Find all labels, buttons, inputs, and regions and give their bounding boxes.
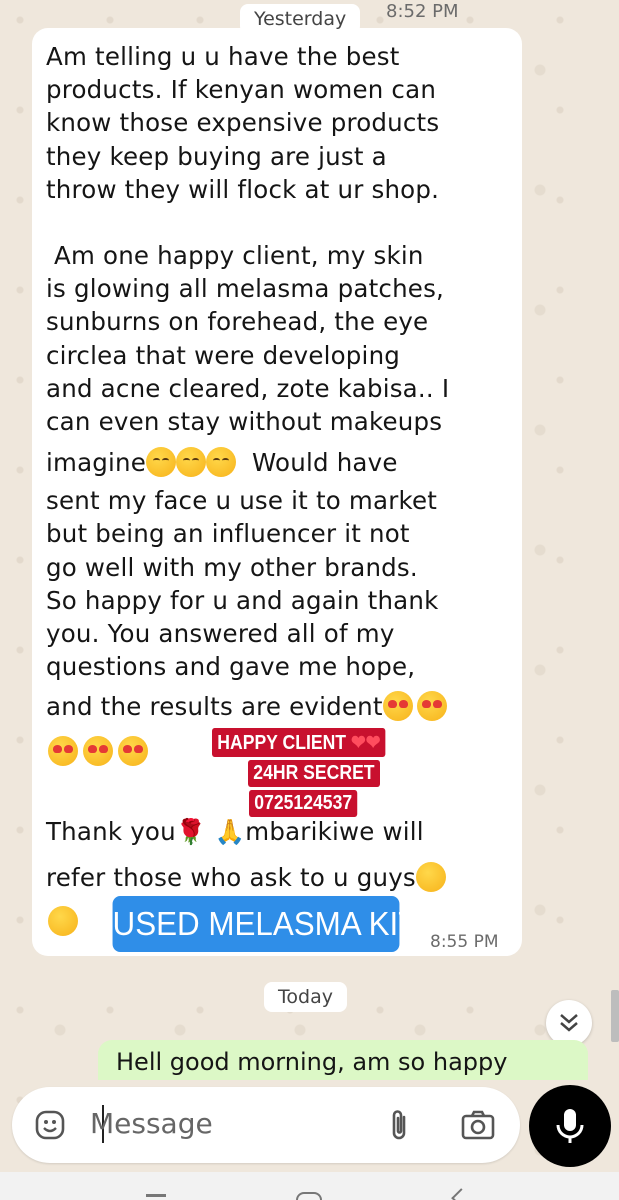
- message-line: So happy for u and again thank: [46, 586, 439, 615]
- message-line: sent my face u use it to market: [46, 486, 438, 515]
- message-line-with-emoji: imagine Would have: [46, 446, 398, 479]
- outgoing-message-bubble[interactable]: Hell good morning, am so happy: [98, 1040, 588, 1080]
- message-line: questions and gave me hope,: [46, 652, 416, 681]
- date-chip-yesterday: Yesterday: [240, 4, 361, 34]
- heart-icon: ❤❤: [350, 732, 381, 754]
- message-line: throw they will flock at ur shop.: [46, 175, 440, 204]
- blush-emoji-icon: [176, 447, 207, 477]
- heart-eyes-emoji-icon: [83, 736, 114, 766]
- camera-button[interactable]: [460, 1109, 496, 1145]
- recent-apps-icon[interactable]: [146, 1194, 166, 1197]
- emoji-icon: [35, 1110, 65, 1140]
- message-input[interactable]: Message: [90, 1107, 213, 1140]
- heart-eyes-emoji-icon: [118, 736, 149, 766]
- message-line: products. If kenyan women can: [46, 75, 437, 104]
- emoji-button[interactable]: [34, 1109, 66, 1145]
- outgoing-message-text: Hell good morning, am so happy: [116, 1048, 508, 1076]
- heart-eyes-emoji-icon: [416, 691, 447, 721]
- microphone-icon: [556, 1109, 584, 1143]
- back-icon[interactable]: [451, 1188, 467, 1200]
- clapping-hands-icon: [415, 862, 446, 892]
- message-line-with-emoji: and the results are evident: [46, 690, 447, 723]
- message-line: and the results are evident: [46, 692, 383, 721]
- attach-button[interactable]: [384, 1107, 414, 1147]
- message-line-with-emoji: Thank you🌹 🙏mbarikiwe will: [46, 815, 424, 848]
- message-line: go well with my other brands.: [46, 553, 418, 582]
- message-line-with-emoji: refer those who ask to u guys: [46, 861, 446, 894]
- blush-emoji-icon: [206, 447, 237, 477]
- paperclip-icon: [392, 1110, 406, 1140]
- phone-sticker: 0725124537: [249, 790, 358, 817]
- camera-icon: [461, 1110, 495, 1140]
- message-time: 8:55 PM: [430, 932, 499, 952]
- message-line: can even stay without makeups: [46, 407, 443, 436]
- date-chip-today: Today: [264, 982, 347, 1012]
- heart-eyes-emoji-icon: [48, 736, 78, 766]
- message-line: refer those who ask to u guys: [46, 863, 416, 892]
- message-line: Am one happy client, my skin: [46, 241, 424, 270]
- message-line: imagine: [46, 448, 147, 477]
- message-composer[interactable]: Message: [12, 1087, 520, 1163]
- system-navigation-bar: [0, 1172, 619, 1200]
- emoji-row: [48, 736, 149, 766]
- message-line: and acne cleared, zote kabisa.. I: [46, 374, 450, 403]
- message-line: Would have: [252, 448, 398, 477]
- praying-hands-icon: 🙏: [214, 817, 246, 846]
- message-line: mbarikiwe will: [245, 817, 424, 846]
- clapping-hands-icon: [48, 906, 78, 936]
- message-line: Thank you: [46, 817, 176, 846]
- message-line: Am telling u u have the best: [46, 42, 400, 71]
- message-line: sunburns on forehead, the eye: [46, 307, 429, 336]
- blush-emoji-icon: [146, 447, 177, 477]
- home-icon[interactable]: [296, 1192, 322, 1200]
- melasma-kit-sticker: USED MELASMA KIT: [112, 896, 417, 952]
- message-line: know those expensive products: [46, 108, 440, 137]
- message-time-top: 8:52 PM: [386, 1, 459, 22]
- message-line: but being an influencer it not: [46, 519, 410, 548]
- secret-sticker: 24HR SECRET: [248, 760, 380, 787]
- message-line: is glowing all melasma patches,: [46, 274, 445, 303]
- scrollbar[interactable]: [611, 990, 619, 1042]
- voice-message-button[interactable]: [529, 1085, 611, 1167]
- clapping-hands-icon: [48, 906, 78, 936]
- sticker-text: HAPPY CLIENT: [217, 732, 347, 754]
- happy-client-sticker: HAPPY CLIENT ❤❤: [212, 728, 386, 757]
- message-line: you. You answered all of my: [46, 619, 395, 648]
- message-line: circlea that were developing: [46, 341, 401, 370]
- rose-icon: 🌹: [175, 817, 207, 846]
- heart-eyes-emoji-icon: [382, 691, 413, 721]
- message-line: they keep buying are just a: [46, 142, 387, 171]
